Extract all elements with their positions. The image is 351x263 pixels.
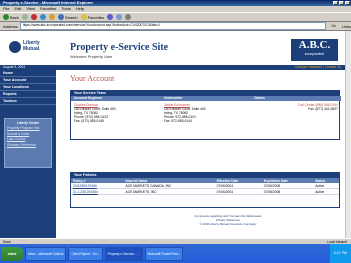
links-button[interactable]: Links [342,24,351,29]
window-title: Property e-Service - Microsoft Internet … [3,0,94,5]
policy-link[interactable]: CL1-238-001684 [71,188,124,195]
window-controls [333,1,350,5]
nav-home[interactable]: Home [0,70,56,77]
welcome-text: Welcome Property User [70,54,113,59]
main-content: Your Account Your Service Team Account E… [58,70,342,238]
stop-icon [30,14,37,20]
media-icon [107,14,114,20]
refresh-button[interactable] [39,14,46,20]
forward-button[interactable] [21,14,28,20]
taskbar-item-eservice[interactable]: Property e-Service - ... [104,246,143,261]
refresh-icon [39,14,46,20]
forward-arrow-icon [21,14,28,20]
sidebox-link[interactable]: Submit a Claim [7,132,49,137]
home-icon [48,14,55,20]
nav-your-locations[interactable]: Your Locations [0,84,56,91]
liberty-logo-icon [9,41,21,53]
team-column-underwriter: Underwriter Jackie Economos 100 Decker C… [161,96,251,141]
copyright-text: © 2004 Liberty Mutual Insurance Company [199,221,257,226]
stop-button[interactable] [30,14,37,20]
minimize-button[interactable] [333,1,338,5]
start-button[interactable]: start [1,246,23,261]
system-tray-clock: 5:21 PM [329,244,351,263]
address-label: Address [3,23,18,29]
windows-taskbar: start Inbox - Microsoft Outlook Client R… [0,244,351,263]
maximize-button[interactable] [339,1,344,5]
taskbar-item-outlook[interactable]: Inbox - Microsoft Outlook [25,246,67,261]
go-button[interactable]: Go [327,23,340,29]
page-footer: Comments regarding site? Contact the Web… [128,214,328,226]
abc-brand-logo: A.B.C. incorporated [291,39,338,61]
search-icon [57,14,64,20]
nav-your-account[interactable]: Your Account [0,77,56,84]
service-team-panel: Your Service Team Account Engineer Charl… [70,90,341,141]
site-header: Liberty Mutual. Property e-Service Site … [0,31,345,65]
section-title: Your Account [70,74,115,83]
nav-reports[interactable]: Reports [0,91,56,98]
home-button[interactable] [48,14,55,20]
star-icon [80,14,87,20]
liberty-center-box: Liberty Center Property Program Info Sub… [4,118,52,168]
sidebox-heading: Liberty Center [16,121,40,125]
back-arrow-icon [3,14,9,20]
address-input[interactable]: https://www.abc.incorporated.com/eservic… [19,22,326,30]
page-title: Property e-Service Site [70,42,169,53]
taskbar-item-powerpoint[interactable]: Microsoft PowerPoint... [144,246,184,261]
table-row: CL1-238-001684 ACE MARKETS, INC 07/06/20… [71,188,339,195]
policies-panel: Your Policies Policy # Insured Name Effe… [70,172,340,208]
sidebox-link[interactable]: Property Program Info [7,126,49,131]
print-icon [125,14,132,20]
favorites-button[interactable]: Favorites [80,14,104,20]
media-button[interactable] [107,14,114,20]
print-button[interactable] [125,14,132,20]
nav-toolbox[interactable]: Toolbox [0,98,56,105]
page-content: Liberty Mutual. Property e-Service Site … [0,30,351,238]
mail-icon [116,14,123,20]
browser-toolbar: Back Search Favorites [0,12,351,22]
vertical-scrollbar[interactable] [345,31,351,238]
team-column-claims: Claims Call Center (888) 555-0194 Fax: (… [251,96,341,141]
team-column-engineer: Account Engineer Charles Dunnick 100 Dec… [71,96,161,141]
close-button[interactable] [345,1,350,5]
back-button[interactable]: Back [3,14,19,20]
sidebar: Home Your Account Your Locations Reports… [0,70,56,238]
policies-table: Policy # Insured Name Effective Date Exp… [71,178,339,195]
mail-button[interactable] [116,14,123,20]
sidebox-link[interactable]: Loss Control [7,138,49,142]
address-bar: Address https://www.abc.incorporated.com… [0,22,351,30]
search-button[interactable]: Search [57,14,78,20]
sidebox-link[interactable]: Glossary Reference [7,143,49,148]
liberty-logo: Liberty Mutual. [23,40,41,52]
taskbar-item-report[interactable]: Client Report - Ho... [68,246,103,261]
